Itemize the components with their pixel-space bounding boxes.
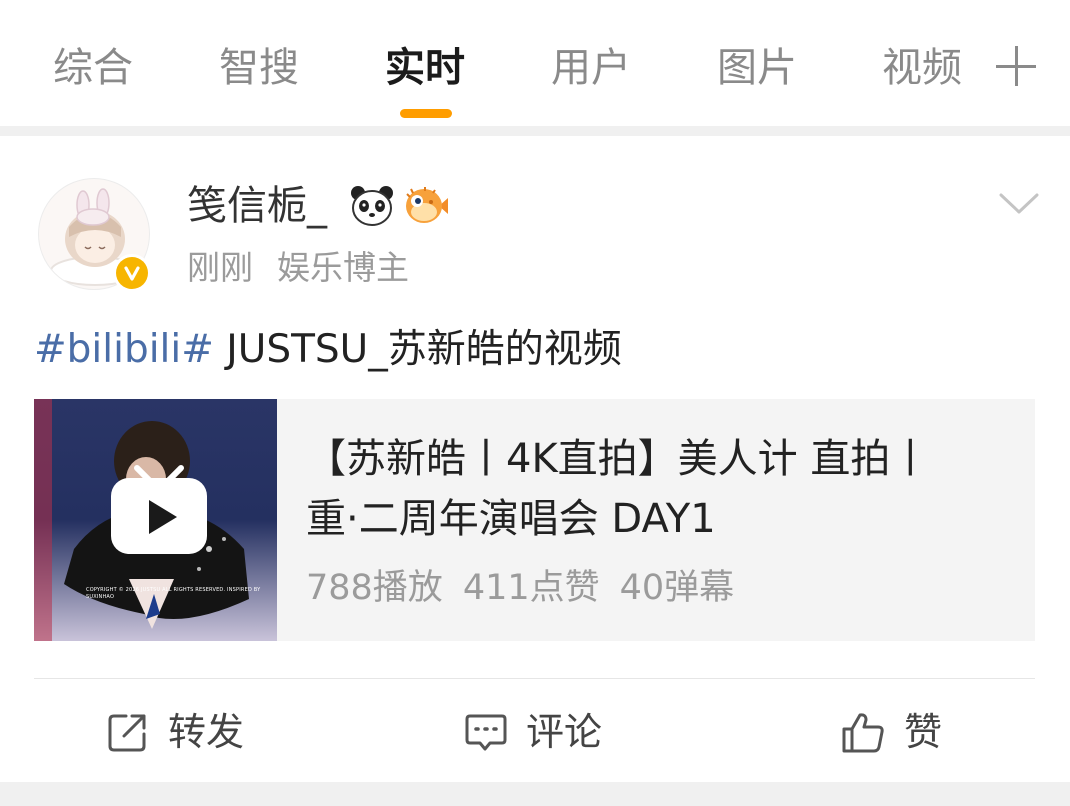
- plus-icon[interactable]: [996, 46, 1036, 86]
- chevron-down-icon[interactable]: [998, 190, 1040, 218]
- comment-label: 评论: [526, 710, 603, 754]
- like-button[interactable]: 赞: [840, 704, 942, 760]
- thumbs-up-icon: [842, 713, 884, 753]
- tab-comprehensive[interactable]: 综合: [53, 40, 133, 96]
- author-tag: 娱乐博主: [277, 248, 409, 287]
- play-count: 788播放: [306, 568, 443, 608]
- bilibili-play-icon: [111, 465, 207, 554]
- video-stats: 788播放 411点赞 40弹幕: [306, 565, 754, 611]
- section-divider: [0, 126, 1070, 136]
- repost-button[interactable]: 转发: [106, 704, 244, 760]
- author-name[interactable]: 笺信栀_: [187, 180, 327, 232]
- post-body: JUSTSU_苏新皓的视频: [213, 327, 622, 372]
- like-count: 411点赞: [462, 568, 600, 608]
- pufferfish-emoji-icon: [406, 187, 448, 223]
- bottom-divider: [0, 782, 1070, 806]
- tab-images[interactable]: 图片: [717, 40, 797, 96]
- active-tab-indicator: [400, 109, 452, 118]
- comment-button[interactable]: 评论: [464, 704, 602, 760]
- search-tab-bar: 综合 智搜 实时 用户 图片 视频: [0, 0, 1070, 126]
- comment-icon: [465, 714, 507, 751]
- video-title: 【苏新皓丨4K直拍】美人计 直拍丨 重·二周年演唱会 DAY1: [306, 429, 1006, 549]
- like-label: 赞: [904, 710, 943, 754]
- post-meta: 刚刚 娱乐博主: [187, 246, 409, 290]
- tab-smart-search[interactable]: 智搜: [219, 40, 299, 96]
- repost-label: 转发: [168, 710, 245, 754]
- action-bar-divider: [34, 678, 1035, 679]
- tab-videos[interactable]: 视频: [882, 40, 962, 96]
- video-thumbnail: COPYRIGHT © 2026 JUSTSU ALL RIGHTS RESER…: [34, 399, 277, 641]
- panda-emoji-icon: [351, 186, 393, 226]
- post-time: 刚刚: [187, 248, 253, 287]
- video-title-line-1: 【苏新皓丨4K直拍】美人计 直拍丨: [306, 436, 931, 482]
- share-icon: [108, 714, 146, 752]
- hashtag-link[interactable]: #bilibili#: [34, 327, 214, 372]
- tab-realtime[interactable]: 实时: [385, 40, 465, 96]
- tab-users[interactable]: 用户: [551, 40, 631, 96]
- verified-badge-icon: [113, 254, 151, 292]
- danmaku-count: 40弹幕: [619, 568, 735, 608]
- video-card[interactable]: COPYRIGHT © 2026 JUSTSU ALL RIGHTS RESER…: [34, 399, 1035, 641]
- post-text: #bilibili# JUSTSU_苏新皓的视频: [34, 322, 622, 378]
- video-title-line-2: 重·二周年演唱会 DAY1: [306, 496, 716, 542]
- thumbnail-watermark: COPYRIGHT © 2026 JUSTSU ALL RIGHTS RESER…: [86, 587, 261, 600]
